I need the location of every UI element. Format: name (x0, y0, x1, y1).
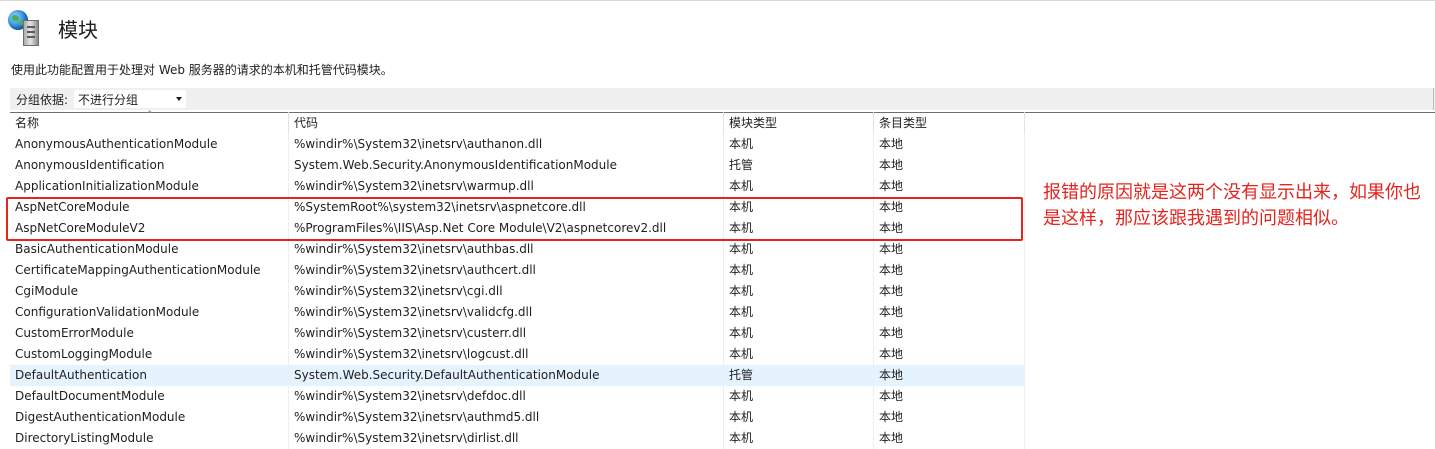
cell-name: AnonymousAuthenticationModule (10, 134, 289, 155)
cell-code: %windir%\System32\inetsrv\validcfg.dll (289, 302, 724, 323)
cell-name: CgiModule (10, 281, 289, 302)
page-title: 模块 (58, 17, 98, 42)
table-row[interactable]: AnonymousIdentification System.Web.Securi… (10, 155, 1025, 176)
cell-module-type: 托管 (724, 155, 874, 176)
table-row[interactable]: CustomErrorModule %windir%\System32\inets… (10, 323, 1025, 344)
groupby-toolbar: 分组依据: 不进行分组 (10, 88, 1435, 110)
cell-name: CertificateMappingAuthenticationModule (10, 260, 289, 281)
cell-entry-type: 本地 (874, 365, 1025, 386)
table-row[interactable]: BasicAuthenticationModule %windir%\System… (10, 239, 1025, 260)
table-row[interactable]: DefaultDocumentModule %windir%\System32\i… (10, 386, 1025, 407)
cell-module-type: 本机 (724, 428, 874, 449)
cell-module-type: 本机 (724, 323, 874, 344)
cell-entry-type: 本地 (874, 407, 1025, 428)
cell-name: ConfigurationValidationModule (10, 302, 289, 323)
column-header-code[interactable]: 代码 (289, 112, 724, 134)
cell-name: AnonymousIdentification (10, 155, 289, 176)
cell-module-type: 本机 (724, 386, 874, 407)
page-header: 模块 (8, 10, 98, 46)
cell-name: DirectoryListingModule (10, 428, 289, 449)
cell-name: CustomLoggingModule (10, 344, 289, 365)
cell-module-type: 本机 (724, 260, 874, 281)
cell-name: CustomErrorModule (10, 323, 289, 344)
cell-entry-type: 本地 (874, 155, 1025, 176)
table-row[interactable]: DefaultAuthentication System.Web.Security… (10, 365, 1025, 386)
sort-ascending-icon: ^ (146, 110, 154, 120)
cell-code: %windir%\System32\inetsrv\authbas.dll (289, 239, 724, 260)
toolbar-divider (1433, 88, 1434, 110)
cell-code: %windir%\System32\inetsrv\custerr.dll (289, 323, 724, 344)
modules-globe-server-icon (8, 10, 42, 46)
table-row[interactable]: ConfigurationValidationModule %windir%\Sy… (10, 302, 1025, 323)
column-header-name[interactable]: 名称 ^ (10, 110, 289, 134)
table-row[interactable]: CustomLoggingModule %windir%\System32\ine… (10, 344, 1025, 365)
cell-code: %windir%\System32\inetsrv\cgi.dll (289, 281, 724, 302)
cell-name: ApplicationInitializationModule (10, 176, 289, 197)
cell-code: %windir%\System32\inetsrv\authcert.dll (289, 260, 724, 281)
cell-entry-type: 本地 (874, 260, 1025, 281)
table-header: 名称 ^ 代码 模块类型 条目类型 (10, 110, 1025, 134)
cell-module-type: 本机 (724, 176, 874, 197)
annotation-text: 报错的原因就是这两个没有显示出来，如果你也是这样，那应该跟我遇到的问题相似。 (1043, 182, 1421, 229)
cell-module-type: 本机 (724, 239, 874, 260)
cell-entry-type: 本地 (874, 344, 1025, 365)
cell-entry-type: 本地 (874, 134, 1025, 155)
cell-code: %windir%\System32\inetsrv\dirlist.dll (289, 428, 724, 449)
highlight-box (6, 197, 1023, 241)
cell-entry-type: 本地 (874, 323, 1025, 344)
page-description: 使用此功能配置用于处理对 Web 服务器的请求的本机和托管代码模块。 (11, 63, 393, 77)
cell-entry-type: 本地 (874, 428, 1025, 449)
cell-name: DigestAuthenticationModule (10, 407, 289, 428)
cell-entry-type: 本地 (874, 302, 1025, 323)
cell-module-type: 本机 (724, 407, 874, 428)
table-body: AnonymousAuthenticationModule %windir%\Sy… (10, 134, 1025, 449)
cell-entry-type: 本地 (874, 176, 1025, 197)
cell-code: %windir%\System32\inetsrv\authanon.dll (289, 134, 724, 155)
cell-code: %windir%\System32\inetsrv\defdoc.dll (289, 386, 724, 407)
groupby-dropdown[interactable]: 不进行分组 (73, 89, 188, 109)
cell-code: System.Web.Security.AnonymousIdentificat… (289, 155, 724, 176)
top-border (0, 0, 1435, 1)
cell-entry-type: 本地 (874, 239, 1025, 260)
column-header-module-type[interactable]: 模块类型 (724, 112, 874, 134)
cell-code: %windir%\System32\inetsrv\logcust.dll (289, 344, 724, 365)
cell-name: DefaultAuthentication (10, 365, 289, 386)
table-row[interactable]: DigestAuthenticationModule %windir%\Syste… (10, 407, 1025, 428)
cell-name: BasicAuthenticationModule (10, 239, 289, 260)
cell-module-type: 托管 (724, 365, 874, 386)
cell-code: System.Web.Security.DefaultAuthenticatio… (289, 365, 724, 386)
groupby-label: 分组依据: (16, 92, 69, 107)
cell-entry-type: 本地 (874, 281, 1025, 302)
cell-module-type: 本机 (724, 302, 874, 323)
column-header-entry-type[interactable]: 条目类型 (874, 112, 1025, 134)
table-row[interactable]: CgiModule %windir%\System32\inetsrv\cgi.d… (10, 281, 1025, 302)
groupby-selected-value: 不进行分组 (78, 92, 139, 107)
cell-module-type: 本机 (724, 134, 874, 155)
cell-entry-type: 本地 (874, 386, 1025, 407)
cell-name: DefaultDocumentModule (10, 386, 289, 407)
table-row[interactable]: DirectoryListingModule %windir%\System32\… (10, 428, 1025, 449)
table-row[interactable]: ApplicationInitializationModule %windir%\… (10, 176, 1025, 197)
table-row[interactable]: CertificateMappingAuthenticationModule %w… (10, 260, 1025, 281)
cell-module-type: 本机 (724, 344, 874, 365)
modules-table: 名称 ^ 代码 模块类型 条目类型 AnonymousAuthenticatio… (10, 110, 1025, 449)
chevron-down-icon (176, 97, 183, 101)
cell-code: %windir%\System32\inetsrv\authmd5.dll (289, 407, 724, 428)
cell-code: %windir%\System32\inetsrv\warmup.dll (289, 176, 724, 197)
table-row[interactable]: AnonymousAuthenticationModule %windir%\Sy… (10, 134, 1025, 155)
cell-module-type: 本机 (724, 281, 874, 302)
